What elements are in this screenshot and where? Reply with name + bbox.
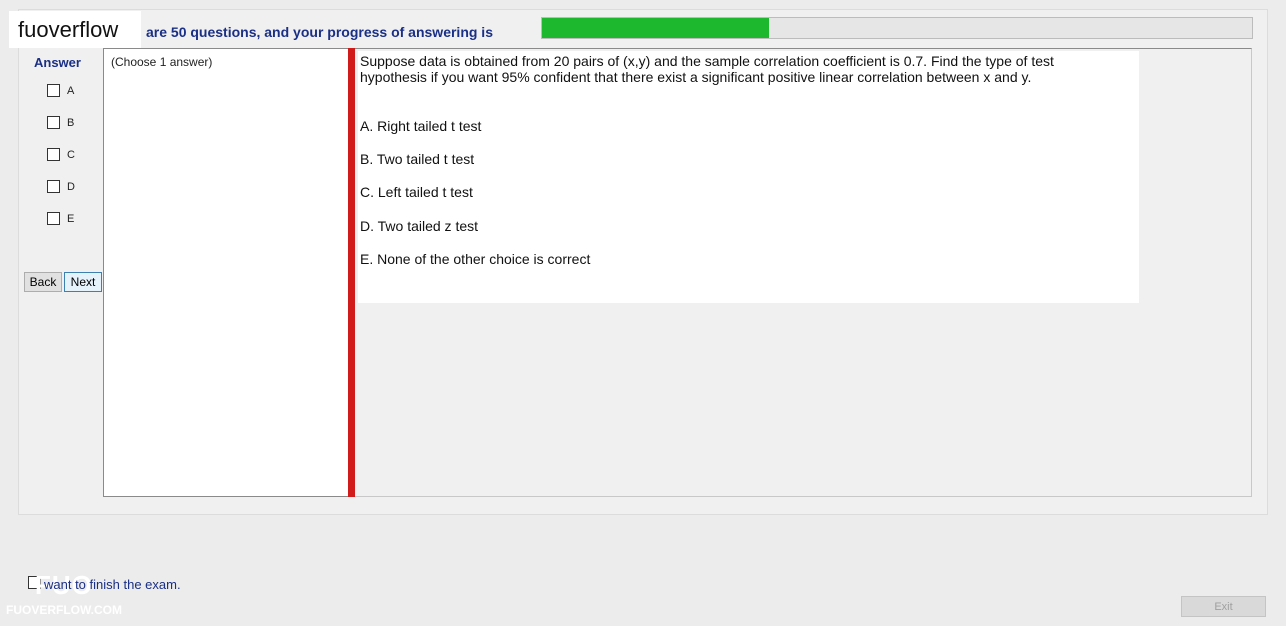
choose-instruction: (Choose 1 answer) [111, 55, 213, 69]
choice-d: D. Two tailed z test [360, 218, 479, 234]
option-c[interactable]: C [47, 148, 75, 161]
option-b-label: B [67, 116, 75, 129]
choice-e: E. None of the other choice is correct [360, 251, 591, 267]
option-d-checkbox[interactable] [47, 180, 60, 193]
option-b[interactable]: B [47, 116, 74, 129]
option-c-checkbox[interactable] [47, 148, 60, 161]
option-e-label: E [67, 212, 75, 225]
option-a[interactable]: A [47, 84, 74, 97]
fuo-logo: FUO FUOVERFLOW.COM [0, 566, 128, 626]
answer-title: Answer [34, 55, 81, 70]
question-text: Suppose data is obtained from 20 pairs o… [360, 53, 1054, 85]
panel-divider[interactable] [348, 48, 355, 497]
finish-label: want to finish the exam. [44, 577, 181, 592]
answer-list-panel: (Choose 1 answer) [103, 48, 349, 497]
fuo-logo-small: FUOVERFLOW.COM [6, 603, 122, 617]
next-button[interactable]: Next [64, 272, 102, 292]
progress-fill [542, 18, 770, 38]
choice-a: A. Right tailed t test [360, 118, 482, 134]
option-e-checkbox[interactable] [47, 212, 60, 225]
progress-text: are 50 questions, and your progress of a… [146, 24, 493, 40]
option-a-checkbox[interactable] [47, 84, 60, 97]
option-d-label: D [67, 180, 75, 193]
option-e[interactable]: E [47, 212, 74, 225]
brand-box: fuoverflow [9, 11, 141, 48]
option-c-label: C [67, 148, 75, 161]
back-button[interactable]: Back [24, 272, 62, 292]
choice-b: B. Two tailed t test [360, 151, 475, 167]
brand-label: fuoverflow [18, 16, 119, 42]
option-b-checkbox[interactable] [47, 116, 60, 129]
exit-button[interactable]: Exit [1181, 596, 1266, 617]
progress-bar [541, 17, 1253, 39]
option-a-label: A [67, 84, 75, 97]
choice-c: C. Left tailed t test [360, 184, 473, 200]
option-d[interactable]: D [47, 180, 75, 193]
question-box: Suppose data is obtained from 20 pairs o… [358, 51, 1139, 303]
